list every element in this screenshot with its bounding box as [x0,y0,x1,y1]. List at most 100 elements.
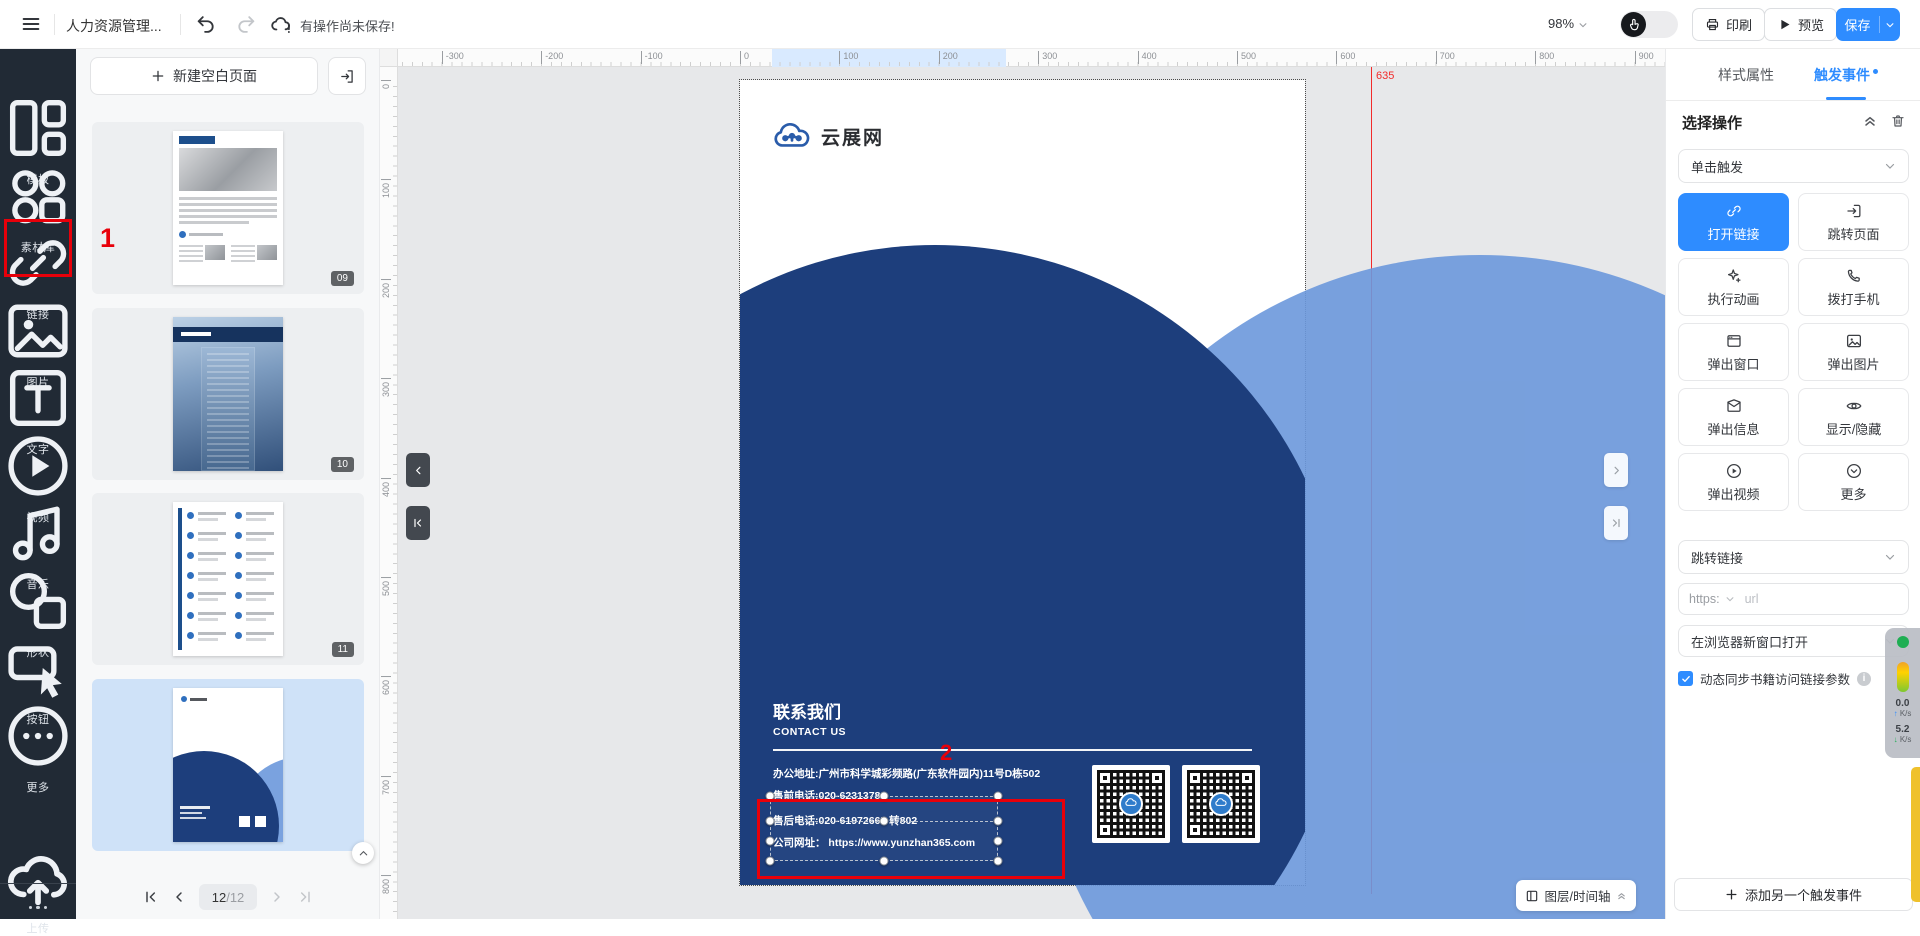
selected-textbox-outline[interactable] [770,796,998,861]
canvas-last-page-button[interactable] [1604,506,1628,540]
collapse-thumbnails-button[interactable] [352,842,374,864]
ruler-tick: -200 [541,51,563,64]
contact-title[interactable]: 联系我们 [773,698,841,723]
action-goto-page[interactable]: 跳转页面 [1798,193,1909,251]
selection-handle[interactable] [880,857,889,866]
first-page-icon[interactable] [143,889,159,905]
sidebar-item-upload[interactable]: 上传 [0,839,76,936]
selection-handle[interactable] [994,817,1003,826]
selection-handle[interactable] [880,817,889,826]
gradient-meter-bar [1897,662,1909,692]
preview-button[interactable]: 预览 [1764,8,1837,41]
info-icon[interactable]: i [1857,672,1871,686]
ruler-tick: 500 [381,577,391,596]
cloud-logo-icon [773,122,811,150]
new-blank-page-button[interactable]: 新建空白页面 [90,57,318,95]
action-image-icon [1845,332,1863,350]
ruler-tick: 700 [381,776,391,795]
trigger-mode-select[interactable]: 单击触发 [1678,149,1909,183]
protocol-select[interactable]: https: [1679,592,1735,606]
play-icon [1777,17,1792,32]
tab-style-properties[interactable]: 样式属性 [1691,65,1801,85]
tool-sidebar: 模板素材库链接图片文字视频音乐形状按钮更多 上传 [0,49,76,919]
url-input[interactable] [1735,592,1916,606]
main-menu-icon[interactable] [20,13,42,35]
print-button[interactable]: 印刷 [1692,8,1765,41]
action-more-actions[interactable]: 更多 [1798,453,1909,511]
status-green-dot [1897,636,1909,648]
page-logo[interactable]: 云展网 [773,122,884,150]
sidebar-item-more[interactable]: 更多 [0,698,76,795]
ruler-corner [380,49,398,67]
properties-panel: 样式属性 触发事件 选择操作 单击触发 打开链接跳转页面执行动画拨打手机弹出窗口… [1665,49,1920,919]
divider [54,14,55,35]
layers-timeline-button[interactable]: 图层/时间轴 [1516,880,1636,911]
ruler-tick: 500 [1237,51,1256,64]
thumbnail-preview [173,131,283,285]
prev-page-icon[interactable] [171,889,187,905]
add-trigger-button[interactable]: 添加另一个触发事件 [1674,878,1913,911]
action-popup-window[interactable]: 弹出窗口 [1678,323,1789,381]
page-thumbnail-11[interactable]: 11 [92,493,364,665]
touch-mode-toggle[interactable] [1620,11,1678,38]
action-call-phone[interactable]: 拨打手机 [1798,258,1909,316]
undo-icon[interactable] [195,13,217,35]
video-icon [0,428,76,504]
unsaved-notice: 有操作尚未保存! [300,16,395,35]
divider [180,14,181,35]
page-thumbnail-09[interactable]: 09 [92,122,364,294]
redo-icon[interactable] [235,13,257,35]
selection-handle[interactable] [766,857,775,866]
ruler-tick: 400 [1138,51,1157,64]
collapse-section-icon[interactable] [1862,113,1878,129]
action-open-link[interactable]: 打开链接 [1678,193,1789,251]
page-thumbnail-12[interactable] [92,679,364,851]
qr-code-2[interactable] [1182,765,1260,843]
last-page-icon[interactable] [297,889,313,905]
design-canvas[interactable]: 云展网 联系我们 CONTACT US 办公地址:广州市科学城彩频路(广东软件园… [380,49,1665,919]
contact-line-1[interactable]: 办公地址:广州市科学城彩频路(广东软件园内)11号D栋502 [773,766,1040,781]
selection-handle[interactable] [766,837,775,846]
selection-handle[interactable] [766,792,775,801]
sidebar-overflow-icon[interactable] [0,906,76,910]
action-show-hide[interactable]: 显示/隐藏 [1798,388,1909,446]
page-thumbnail-10[interactable]: 10 [92,308,364,480]
link-type-select[interactable]: 跳转链接 [1678,540,1909,574]
canvas-next-page-button[interactable] [1604,453,1628,487]
import-pages-button[interactable] [328,57,366,95]
page-indicator[interactable]: 12/12 [199,884,257,910]
plus-icon [151,69,165,83]
contact-divider-line[interactable] [773,749,1252,751]
ruler-tick: 900 [1635,51,1654,64]
net-speed-widget[interactable]: 0.0 ↑ K/s 5.2 ↓ K/s [1885,628,1920,758]
action-run-animation[interactable]: 执行动画 [1678,258,1789,316]
delete-trigger-icon[interactable] [1890,113,1906,129]
sync-params-checkbox[interactable] [1678,671,1693,686]
zoom-level[interactable]: 98% [1548,16,1588,31]
action-popup-message[interactable]: 弹出信息 [1678,388,1789,446]
save-button[interactable]: 保存 [1836,8,1900,41]
ruler-tick: 200 [381,279,391,298]
selection-handle[interactable] [994,792,1003,801]
download-speed-value: 5.2 [1896,724,1910,735]
selection-handle[interactable] [766,817,775,826]
selection-handle[interactable] [880,792,889,801]
action-goto-icon [1845,202,1863,220]
action-popup-image[interactable]: 弹出图片 [1798,323,1909,381]
ruler-tick: 400 [381,478,391,497]
action-popup-video[interactable]: 弹出视频 [1678,453,1789,511]
selection-handle[interactable] [994,837,1003,846]
canvas-prev-page-button[interactable] [406,453,430,487]
chevron-down-icon [1725,594,1735,604]
selection-handle[interactable] [994,857,1003,866]
edge-toolbar-handle[interactable] [1911,767,1920,902]
open-mode-select[interactable]: 在浏览器新窗口打开 [1678,625,1909,657]
next-page-icon[interactable] [269,889,285,905]
ruler-tick: 700 [1436,51,1455,64]
contact-subtitle[interactable]: CONTACT US [773,726,846,738]
tab-trigger-events[interactable]: 触发事件 [1791,65,1901,85]
canvas-first-page-button[interactable] [406,506,430,540]
shape-icon [0,563,76,639]
qr-code-1[interactable] [1092,765,1170,843]
save-dropdown-icon[interactable] [1880,20,1900,30]
